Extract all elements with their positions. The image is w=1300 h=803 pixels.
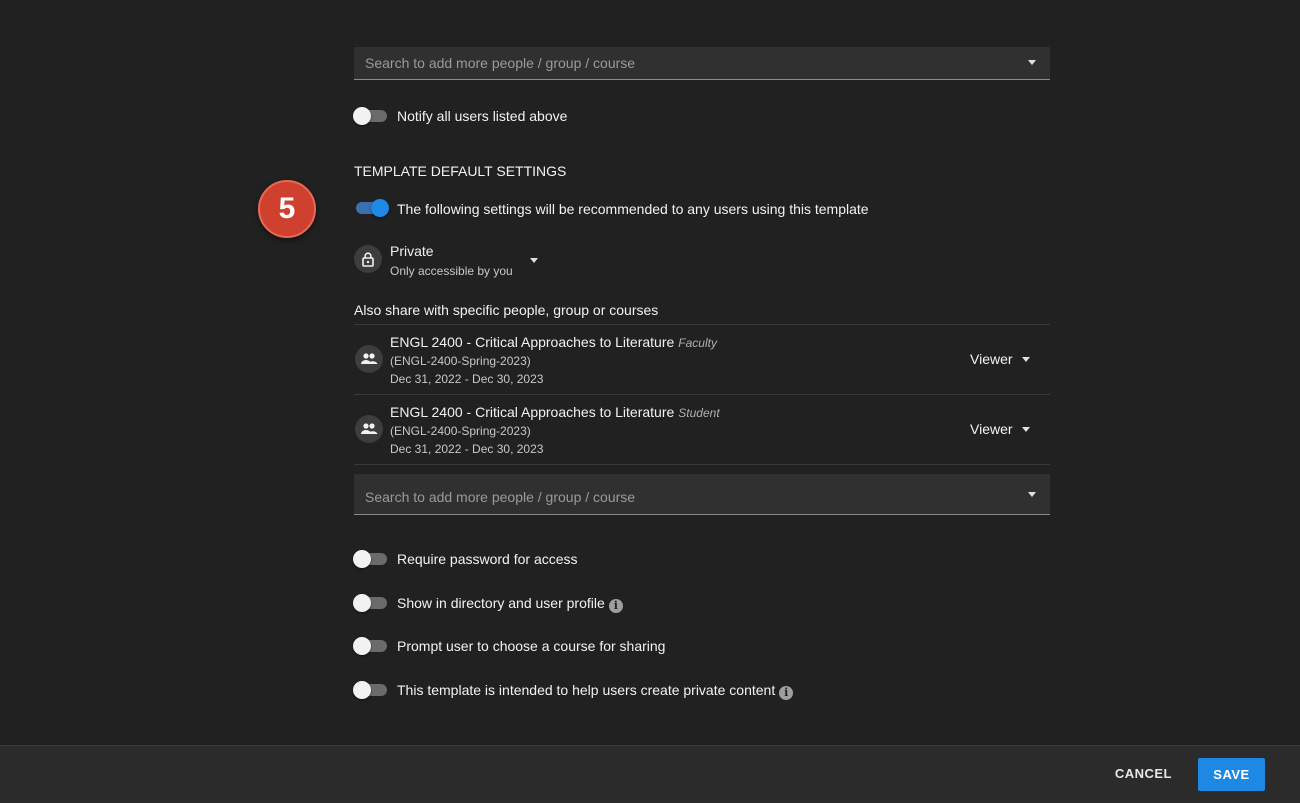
share-course-title: ENGL 2400 - Critical Approaches to Liter… (390, 404, 720, 420)
group-icon (355, 415, 383, 443)
prompt-course-label: Prompt user to choose a course for shari… (397, 638, 666, 654)
chevron-down-icon[interactable] (1028, 60, 1036, 65)
permission-label: Viewer (970, 351, 1013, 367)
share-course-title: ENGL 2400 - Critical Approaches to Liter… (390, 334, 717, 350)
chevron-down-icon[interactable] (1028, 492, 1036, 497)
share-row: ENGL 2400 - Critical Approaches to Liter… (354, 325, 1050, 394)
visibility-title: Private (390, 243, 434, 259)
chevron-down-icon (1021, 357, 1030, 362)
top-search-input[interactable]: Search to add more people / group / cour… (354, 47, 1050, 80)
permission-label: Viewer (970, 421, 1013, 437)
cancel-button[interactable]: CANCEL (1115, 766, 1172, 781)
permission-select[interactable]: Viewer (970, 421, 1030, 437)
permission-select[interactable]: Viewer (970, 351, 1030, 367)
step-number-badge: 5 (258, 180, 316, 238)
info-icon[interactable]: i (779, 686, 794, 700)
notify-label: Notify all users listed above (397, 108, 568, 124)
private-content-toggle[interactable] (353, 681, 389, 699)
info-icon[interactable]: i (608, 599, 623, 613)
visibility-select[interactable]: Private Only accessible by you (354, 240, 544, 280)
save-button[interactable]: SAVE (1198, 758, 1265, 791)
chevron-down-icon (1021, 427, 1030, 432)
share-heading: Also share with specific people, group o… (354, 302, 659, 318)
recommend-settings-label: The following settings will be recommend… (397, 201, 869, 217)
divider (354, 464, 1050, 465)
group-icon (355, 345, 383, 373)
share-row: ENGL 2400 - Critical Approaches to Liter… (354, 395, 1050, 464)
lock-icon (354, 245, 382, 273)
top-search-placeholder: Search to add more people / group / cour… (365, 55, 636, 71)
visibility-subtitle: Only accessible by you (390, 264, 513, 278)
share-role-tag: Faculty (678, 336, 717, 350)
bottom-search-input[interactable]: Search to add more people / group / cour… (354, 474, 1050, 515)
show-in-directory-toggle[interactable] (353, 594, 389, 612)
notify-toggle[interactable] (353, 107, 389, 125)
require-password-label: Require password for access (397, 551, 578, 567)
share-course-code: (ENGL-2400-Spring-2023) (390, 354, 531, 368)
require-password-toggle[interactable] (353, 550, 389, 568)
share-course-code: (ENGL-2400-Spring-2023) (390, 424, 531, 438)
dialog-footer: CANCEL SAVE (0, 745, 1300, 803)
show-in-directory-label: Show in directory and user profile i (397, 595, 623, 613)
recommend-settings-toggle[interactable] (353, 199, 389, 217)
share-course-dates: Dec 31, 2022 - Dec 30, 2023 (390, 372, 544, 386)
bottom-search-placeholder: Search to add more people / group / cour… (365, 489, 636, 505)
share-course-dates: Dec 31, 2022 - Dec 30, 2023 (390, 442, 544, 456)
share-role-tag: Student (678, 406, 720, 420)
prompt-course-toggle[interactable] (353, 637, 389, 655)
chevron-down-icon (530, 258, 538, 263)
template-defaults-heading: TEMPLATE DEFAULT SETTINGS (354, 163, 567, 179)
private-content-label: This template is intended to help users … (397, 682, 794, 700)
